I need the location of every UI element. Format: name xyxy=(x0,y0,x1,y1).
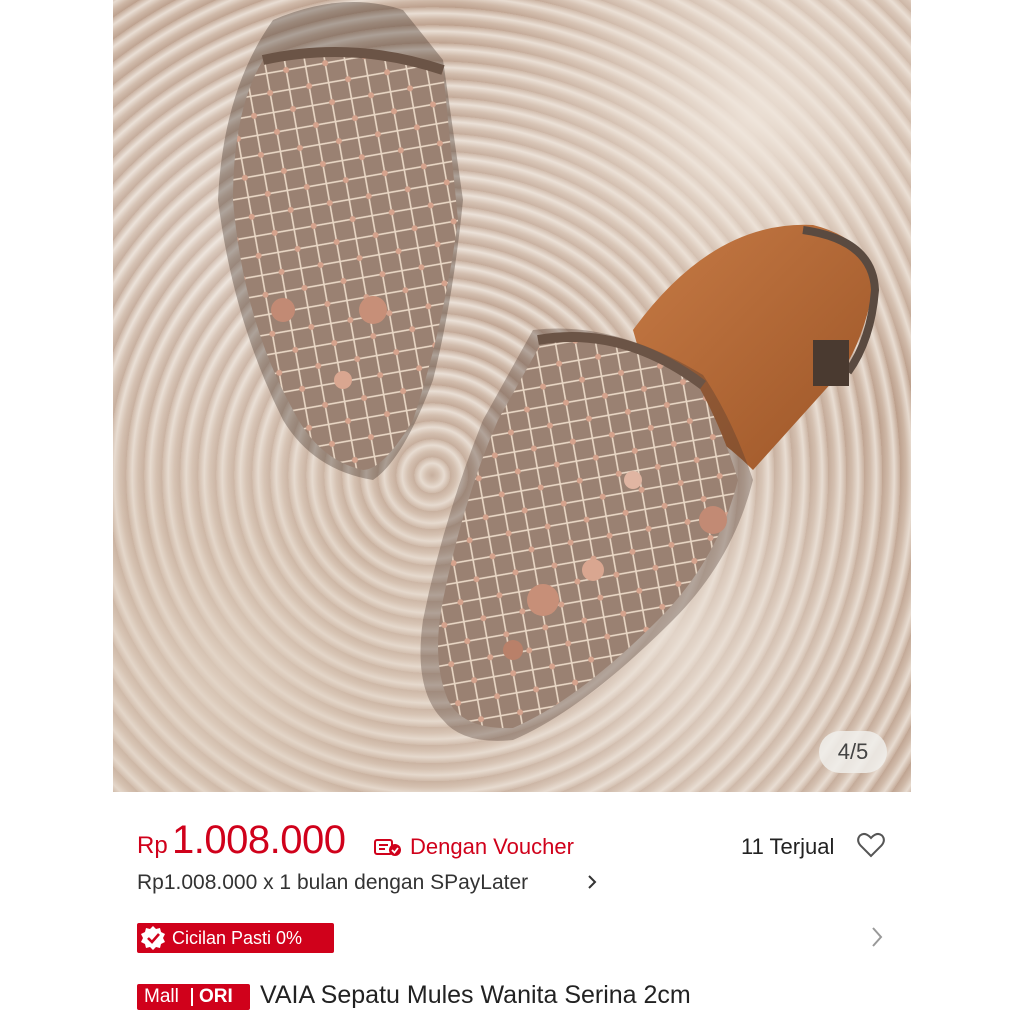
mall-label: Mall xyxy=(144,986,179,1007)
paylater-text[interactable]: Rp1.008.000 x 1 bulan dengan SPayLater xyxy=(137,871,528,895)
currency-prefix: Rp xyxy=(137,832,168,859)
heart-icon[interactable] xyxy=(857,832,885,858)
product-image-gallery[interactable]: 4/5 xyxy=(113,0,911,792)
product-title: VAIA Sepatu Mules Wanita Serina 2cm xyxy=(260,981,691,1009)
voucher-label[interactable]: Dengan Voucher xyxy=(410,834,574,860)
chevron-right-icon[interactable] xyxy=(870,925,884,949)
sold-count: 11 Terjual xyxy=(741,834,835,859)
price-row: Rp 1.008.000 Dengan Voucher 11 Terjual xyxy=(137,818,897,866)
mall-ori-badge: Mall ORI xyxy=(137,984,250,1010)
badge-divider xyxy=(191,988,193,1006)
chevron-right-icon[interactable] xyxy=(586,873,598,891)
image-counter: 4/5 xyxy=(819,731,887,773)
product-price: 1.008.000 xyxy=(172,818,346,862)
installment-badge[interactable]: Cicilan Pasti 0% xyxy=(137,923,334,953)
installment-label: Cicilan Pasti 0% xyxy=(172,928,303,948)
product-image xyxy=(218,2,880,741)
voucher-icon xyxy=(374,839,401,856)
ori-label: ORI xyxy=(199,986,233,1007)
check-badge-icon xyxy=(141,926,165,950)
